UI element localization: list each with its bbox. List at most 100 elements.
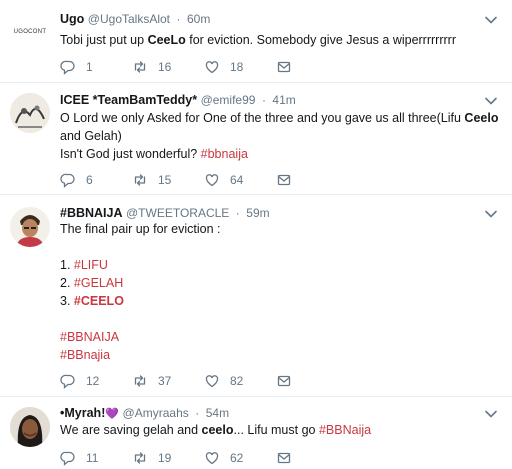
display-name[interactable]: #BBNAIJA bbox=[60, 206, 123, 220]
retweet-count: 37 bbox=[158, 374, 172, 388]
retweet-button[interactable]: 37 bbox=[132, 371, 171, 391]
direct-message-button[interactable] bbox=[276, 57, 302, 77]
text-segment: Tobi just put up bbox=[60, 33, 148, 47]
like-button[interactable]: 18 bbox=[204, 57, 243, 77]
chevron-down-icon[interactable] bbox=[484, 13, 498, 27]
display-name[interactable]: •Myrah! bbox=[60, 406, 105, 420]
text-segment: ... Lifu must go bbox=[233, 423, 319, 437]
reply-count: 12 bbox=[86, 374, 100, 388]
separator: · bbox=[176, 12, 181, 26]
direct-message-button[interactable] bbox=[276, 170, 302, 190]
reply-count: 1 bbox=[86, 60, 93, 74]
tweet[interactable]: •Myrah!💜 @Amyraahs · 54m We are saving g… bbox=[0, 397, 512, 469]
reply-button[interactable]: 6 bbox=[60, 170, 93, 190]
avatar[interactable]: UGOCONT bbox=[10, 12, 50, 52]
like-button[interactable]: 82 bbox=[204, 371, 243, 391]
tweet[interactable]: ICEE *TeamBamTeddy* @emife99 · 41m O Lor… bbox=[0, 83, 512, 195]
hashtag-link[interactable]: #CEELO bbox=[74, 294, 124, 308]
retweet-button[interactable]: 16 bbox=[132, 57, 171, 77]
tweet[interactable]: UGOCONT Ugo @UgoTalksAlot · 60m Tobi jus… bbox=[0, 0, 512, 83]
reply-button[interactable]: 1 bbox=[60, 57, 93, 77]
retweet-icon bbox=[134, 452, 146, 464]
avatar[interactable] bbox=[10, 93, 50, 133]
avatar-logo-text: UGOCONT bbox=[13, 29, 47, 35]
user-handle[interactable]: @emife99 bbox=[201, 93, 256, 107]
list-number: 2. bbox=[60, 276, 74, 290]
like-count: 18 bbox=[230, 60, 244, 74]
reply-icon bbox=[60, 374, 75, 389]
avatar-image bbox=[10, 93, 50, 133]
retweet-icon bbox=[134, 61, 146, 73]
highlight-term: CeeLo bbox=[147, 33, 186, 47]
hashtag-link[interactable]: #GELAH bbox=[74, 276, 123, 290]
chevron-down-icon[interactable] bbox=[484, 94, 498, 108]
chevron-down-icon[interactable] bbox=[484, 407, 498, 421]
reply-icon bbox=[60, 451, 75, 466]
chevron-down-icon[interactable] bbox=[484, 207, 498, 221]
text-segment: O Lord we only Asked for One of the thre… bbox=[60, 111, 465, 125]
like-icon bbox=[205, 375, 219, 388]
user-handle[interactable]: @Amyraahs bbox=[123, 406, 189, 420]
hashtag-link[interactable]: #bbnaija bbox=[201, 147, 248, 161]
text-segment: Isn't God just wonderful? bbox=[60, 147, 201, 161]
text-line: The final pair up for eviction : bbox=[60, 222, 221, 236]
timestamp[interactable]: 60m bbox=[187, 12, 210, 26]
timestamp[interactable]: 54m bbox=[206, 406, 229, 420]
user-handle[interactable]: @UgoTalksAlot bbox=[88, 12, 170, 26]
like-button[interactable]: 62 bbox=[204, 448, 243, 468]
purple-heart-emoji: 💜 bbox=[105, 408, 120, 420]
display-name[interactable]: ICEE *TeamBamTeddy* bbox=[60, 93, 197, 107]
tweet-text: Tobi just put up CeeLo for eviction. Som… bbox=[60, 31, 492, 49]
direct-message-button[interactable] bbox=[276, 448, 302, 468]
timestamp[interactable]: 41m bbox=[272, 93, 295, 107]
like-count: 62 bbox=[230, 451, 244, 465]
text-segment: We are saving gelah and bbox=[60, 423, 202, 437]
like-icon bbox=[205, 174, 219, 187]
text-line: and Gelah) bbox=[60, 129, 122, 143]
like-icon bbox=[205, 452, 219, 465]
reply-count: 11 bbox=[86, 451, 99, 465]
avatar-image bbox=[10, 407, 50, 447]
list-item: 3. #CEELO bbox=[60, 292, 492, 310]
hashtag-link[interactable]: #BBNAIJA bbox=[60, 330, 119, 344]
highlight-term: Ceelo bbox=[464, 111, 499, 125]
reply-icon bbox=[60, 60, 75, 75]
avatar[interactable] bbox=[10, 407, 50, 447]
hashtag-link[interactable]: #BBNaija bbox=[319, 423, 371, 437]
user-handle[interactable]: @TWEETORACLE bbox=[126, 206, 229, 220]
like-icon bbox=[205, 61, 219, 74]
tweet-header: Ugo @UgoTalksAlot · 60m bbox=[60, 12, 210, 26]
hashtag-link[interactable]: #LIFU bbox=[74, 258, 108, 272]
retweet-button[interactable]: 19 bbox=[132, 448, 171, 468]
reply-count: 6 bbox=[86, 173, 93, 187]
like-count: 64 bbox=[230, 173, 244, 187]
tweet-header: #BBNAIJA @TWEETORACLE · 59m bbox=[60, 206, 270, 220]
separator: · bbox=[195, 406, 200, 420]
retweet-count: 15 bbox=[158, 173, 172, 187]
tweet-text: We are saving gelah and ceelo... Lifu mu… bbox=[60, 421, 492, 439]
highlight-term: ceelo bbox=[201, 423, 234, 437]
reply-icon bbox=[60, 173, 75, 188]
like-button[interactable]: 64 bbox=[204, 170, 243, 190]
tweet-text: The final pair up for eviction : 1. #LIF… bbox=[60, 220, 492, 364]
avatar-image bbox=[10, 207, 50, 247]
direct-message-icon bbox=[277, 375, 291, 387]
retweet-count: 19 bbox=[158, 451, 172, 465]
retweet-button[interactable]: 15 bbox=[132, 170, 171, 190]
list-number: 3. bbox=[60, 294, 74, 308]
hashtag-link[interactable]: #BBnajia bbox=[60, 348, 110, 362]
reply-button[interactable]: 12 bbox=[60, 371, 99, 391]
avatar[interactable] bbox=[10, 207, 50, 247]
direct-message-icon bbox=[277, 61, 291, 73]
reply-button[interactable]: 11 bbox=[60, 448, 98, 468]
tweet[interactable]: #BBNAIJA @TWEETORACLE · 59m The final pa… bbox=[0, 195, 512, 397]
separator: · bbox=[235, 206, 240, 220]
direct-message-icon bbox=[277, 452, 291, 464]
list-item: 1. #LIFU bbox=[60, 256, 492, 274]
text-segment: for eviction. Somebody give Jesus a wipe… bbox=[185, 33, 456, 47]
timestamp[interactable]: 59m bbox=[246, 206, 269, 220]
direct-message-button[interactable] bbox=[276, 371, 302, 391]
tweet-header: ICEE *TeamBamTeddy* @emife99 · 41m bbox=[60, 93, 296, 107]
display-name[interactable]: Ugo bbox=[60, 12, 84, 26]
retweet-icon bbox=[134, 174, 146, 186]
